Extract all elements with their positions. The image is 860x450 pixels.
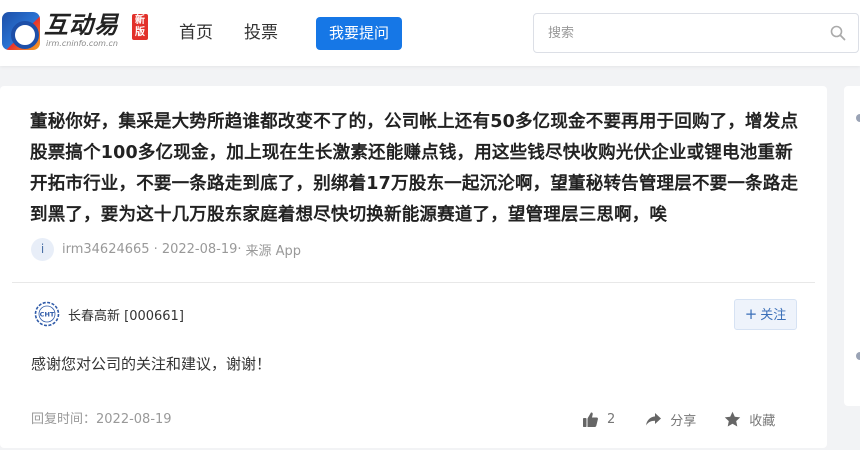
user-avatar[interactable]: i	[31, 237, 54, 261]
share-arrow-icon	[646, 412, 662, 425]
sidebar-icon	[856, 114, 860, 122]
ask-question-button[interactable]: 我要提问	[316, 17, 402, 50]
plus-icon: +	[744, 305, 758, 323]
company-logo-icon: CHT	[34, 301, 60, 327]
thumbs-up-icon	[583, 411, 598, 427]
like-button[interactable]: 2	[582, 411, 615, 428]
follow-button[interactable]: + 关注	[734, 299, 797, 330]
sidebar-icon-secondary	[856, 352, 860, 360]
logo-text-block: 互动易 irm.cninfo.com.cn	[44, 13, 119, 49]
question-user[interactable]: irm34624665	[62, 242, 150, 257]
answer-text: 感谢您对公司的关注和建议，谢谢！	[31, 355, 272, 373]
company-name[interactable]: 长春高新 [000661]	[68, 305, 184, 324]
answer-actions: 2 分享 收藏	[582, 408, 775, 430]
question-date: · 2022-08-19·	[153, 241, 242, 257]
star-icon	[725, 411, 741, 426]
search-icon[interactable]	[830, 25, 846, 41]
logo-mark-icon	[2, 12, 40, 50]
question-source: 来源 App	[245, 243, 302, 259]
search-input[interactable]	[548, 14, 818, 52]
favorite-button[interactable]: 收藏	[724, 410, 775, 429]
share-button[interactable]: 分享	[645, 410, 696, 429]
like-count: 2	[607, 411, 616, 427]
logo-title: 互动易	[44, 12, 119, 39]
follow-label: 关注	[760, 308, 787, 323]
nav-vote-link[interactable]: 投票	[244, 22, 278, 44]
sidebar-card-secondary	[844, 316, 860, 406]
new-version-badge: 新版	[132, 14, 148, 40]
question-text: 董秘你好，集采是大势所趋谁都改变不了的，公司帐上还有50多亿现金不要再用于回购了…	[30, 112, 799, 225]
reply-time: 回复时间：2022-08-19	[31, 412, 172, 427]
question-meta: i irm34624665 · 2022-08-19· 来源 App	[31, 237, 301, 261]
nav-home-link[interactable]: 首页	[179, 22, 213, 44]
company-logo-text: CHT	[40, 311, 55, 319]
logo-url: irm.cninfo.com.cn	[46, 39, 118, 48]
top-navigation-bar: 互动易 irm.cninfo.com.cn 新版 首页 投票 我要提问	[0, 0, 860, 66]
share-label: 分享	[670, 413, 697, 429]
site-logo[interactable]: 互动易 irm.cninfo.com.cn 新版	[2, 10, 148, 52]
search-box	[533, 13, 859, 53]
favorite-label: 收藏	[749, 413, 776, 429]
qa-card: 董秘你好，集采是大势所趋谁都改变不了的，公司帐上还有50多亿现金不要再用于回购了…	[0, 86, 827, 448]
divider	[12, 282, 815, 283]
sidebar-card	[844, 86, 860, 346]
company-info[interactable]: CHT 长春高新 [000661]	[34, 301, 184, 327]
